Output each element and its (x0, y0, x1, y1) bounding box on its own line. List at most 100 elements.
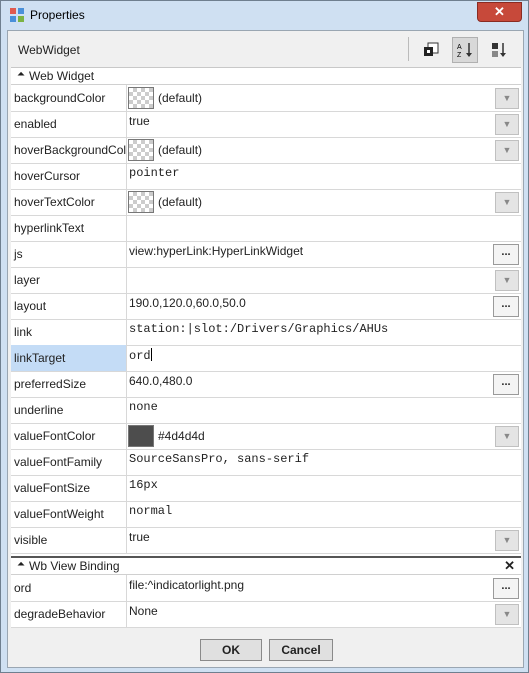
ellipsis-button[interactable]: ... (493, 244, 519, 265)
property-value[interactable]: 640.0,480.0 ... (127, 371, 521, 397)
property-value[interactable]: station:|slot:/Drivers/Graphics/AHUs (127, 319, 521, 345)
dropdown-button[interactable]: ▼ (495, 140, 519, 161)
property-value[interactable]: (default) ▼ (127, 85, 521, 111)
ellipsis-icon: ... (501, 298, 511, 310)
property-value[interactable]: #4d4d4d ▼ (127, 423, 521, 449)
property-value[interactable]: ord (127, 345, 521, 371)
property-name: backgroundColor (11, 85, 127, 111)
property-value[interactable]: file:^indicatorlight.png ... (127, 575, 521, 601)
collapse-icon[interactable]: ⏶ (17, 69, 25, 80)
property-value-input[interactable]: ord (129, 348, 152, 363)
property-row-degradeBehavior[interactable]: degradeBehavior None ▼ (11, 601, 521, 628)
ok-button[interactable]: OK (200, 639, 262, 661)
property-row-js[interactable]: js view:hyperLink:HyperLinkWidget ... (11, 241, 521, 268)
property-row-underline[interactable]: underline none (11, 397, 521, 424)
property-row-hoverBackgroundColor[interactable]: hoverBackgroundColor (default) ▼ (11, 137, 521, 164)
dropdown-button[interactable]: ▼ (495, 530, 519, 551)
ellipsis-button[interactable]: ... (493, 578, 519, 599)
property-value-text: (default) (158, 91, 203, 105)
property-value[interactable]: pointer (127, 163, 521, 189)
property-value[interactable]: SourceSansPro, sans-serif (127, 449, 521, 475)
property-value[interactable]: view:hyperLink:HyperLinkWidget ... (127, 241, 521, 267)
property-name: linkTarget (11, 345, 127, 371)
property-value-text: #4d4d4d (158, 429, 205, 443)
close-button[interactable]: ✕ (477, 2, 522, 22)
group-web-widget[interactable]: ⏶ Web Widget (11, 68, 521, 85)
sort-alpha-button[interactable]: A Z (452, 37, 478, 63)
property-value-text[interactable]: SourceSansPro, sans-serif (129, 452, 309, 466)
color-swatch[interactable] (128, 139, 154, 161)
property-row-backgroundColor[interactable]: backgroundColor (default) ▼ (11, 85, 521, 112)
sort-order-button[interactable] (486, 37, 512, 63)
group-label: Wb View Binding (29, 559, 120, 573)
property-value[interactable]: (default) ▼ (127, 189, 521, 215)
ellipsis-icon: ... (501, 580, 511, 592)
property-value-text[interactable]: none (129, 400, 158, 414)
property-row-hoverTextColor[interactable]: hoverTextColor (default) ▼ (11, 189, 521, 216)
property-name: hyperlinkText (11, 215, 127, 241)
property-row-valueFontWeight[interactable]: valueFontWeight normal (11, 501, 521, 528)
color-swatch[interactable] (128, 87, 154, 109)
text-caret (150, 348, 152, 361)
property-value[interactable]: true ▼ (127, 527, 521, 553)
dropdown-button[interactable]: ▼ (495, 192, 519, 213)
property-row-preferredSize[interactable]: preferredSize 640.0,480.0 ... (11, 371, 521, 398)
property-value[interactable]: 190.0,120.0,60.0,50.0 ... (127, 293, 521, 319)
sort-order-icon (492, 43, 506, 57)
add-slot-button[interactable] (418, 37, 444, 63)
property-value[interactable]: true ▼ (127, 111, 521, 137)
close-icon: ✕ (494, 4, 505, 19)
property-value[interactable] (127, 215, 521, 241)
property-value-text: true (129, 530, 150, 544)
group-label: Web Widget (29, 69, 95, 83)
svg-text:A: A (457, 44, 462, 51)
toolbar: WebWidget A Z (8, 31, 523, 67)
dropdown-button[interactable]: ▼ (495, 88, 519, 109)
property-value-text[interactable]: station:|slot:/Drivers/Graphics/AHUs (129, 322, 388, 336)
property-row-layer[interactable]: layer ▼ (11, 267, 521, 294)
property-value-text[interactable]: pointer (129, 166, 179, 180)
property-row-visible[interactable]: visible true ▼ (11, 527, 521, 554)
property-value-text: ord (129, 349, 151, 363)
color-swatch[interactable] (128, 425, 154, 447)
title-bar[interactable]: Properties ✕ (1, 1, 528, 29)
ellipsis-button[interactable]: ... (493, 374, 519, 395)
collapse-icon[interactable]: ⏶ (17, 559, 25, 570)
property-row-hyperlinkText[interactable]: hyperlinkText (11, 215, 521, 242)
property-value[interactable]: none (127, 397, 521, 423)
property-value[interactable]: ▼ (127, 267, 521, 293)
close-icon[interactable]: ✕ (504, 558, 515, 574)
dropdown-icon: ▼ (502, 145, 512, 155)
dropdown-button[interactable]: ▼ (495, 426, 519, 447)
svg-text:Z: Z (457, 52, 462, 59)
ellipsis-button[interactable]: ... (493, 296, 519, 317)
property-value-text[interactable]: 16px (129, 478, 158, 492)
property-row-enabled[interactable]: enabled true ▼ (11, 111, 521, 138)
property-row-valueFontFamily[interactable]: valueFontFamily SourceSansPro, sans-seri… (11, 449, 521, 476)
property-row-layout[interactable]: layout 190.0,120.0,60.0,50.0 ... (11, 293, 521, 320)
property-value-text: None (129, 604, 158, 618)
properties-icon (10, 8, 24, 22)
property-name: valueFontWeight (11, 501, 127, 527)
dropdown-button[interactable]: ▼ (495, 270, 519, 291)
dropdown-icon: ▼ (502, 93, 512, 103)
group-wb-view-binding[interactable]: ⏶ Wb View Binding ✕ (11, 556, 521, 575)
dropdown-icon: ▼ (502, 535, 512, 545)
dropdown-button[interactable]: ▼ (495, 114, 519, 135)
property-name: hoverTextColor (11, 189, 127, 215)
property-row-valueFontColor[interactable]: valueFontColor #4d4d4d ▼ (11, 423, 521, 450)
property-row-linkTarget[interactable]: linkTarget ord (11, 345, 521, 372)
property-sheet: ⏶ Web Widget backgroundColor (default) ▼… (11, 67, 521, 628)
property-value[interactable]: normal (127, 501, 521, 527)
property-row-ord[interactable]: ord file:^indicatorlight.png ... (11, 575, 521, 602)
property-row-link[interactable]: link station:|slot:/Drivers/Graphics/AHU… (11, 319, 521, 346)
color-swatch[interactable] (128, 191, 154, 213)
property-row-valueFontSize[interactable]: valueFontSize 16px (11, 475, 521, 502)
property-value[interactable]: None ▼ (127, 601, 521, 627)
property-row-hoverCursor[interactable]: hoverCursor pointer (11, 163, 521, 190)
property-value[interactable]: (default) ▼ (127, 137, 521, 163)
dropdown-button[interactable]: ▼ (495, 604, 519, 625)
property-value[interactable]: 16px (127, 475, 521, 501)
property-value-text[interactable]: normal (129, 504, 172, 518)
cancel-button[interactable]: Cancel (269, 639, 333, 661)
